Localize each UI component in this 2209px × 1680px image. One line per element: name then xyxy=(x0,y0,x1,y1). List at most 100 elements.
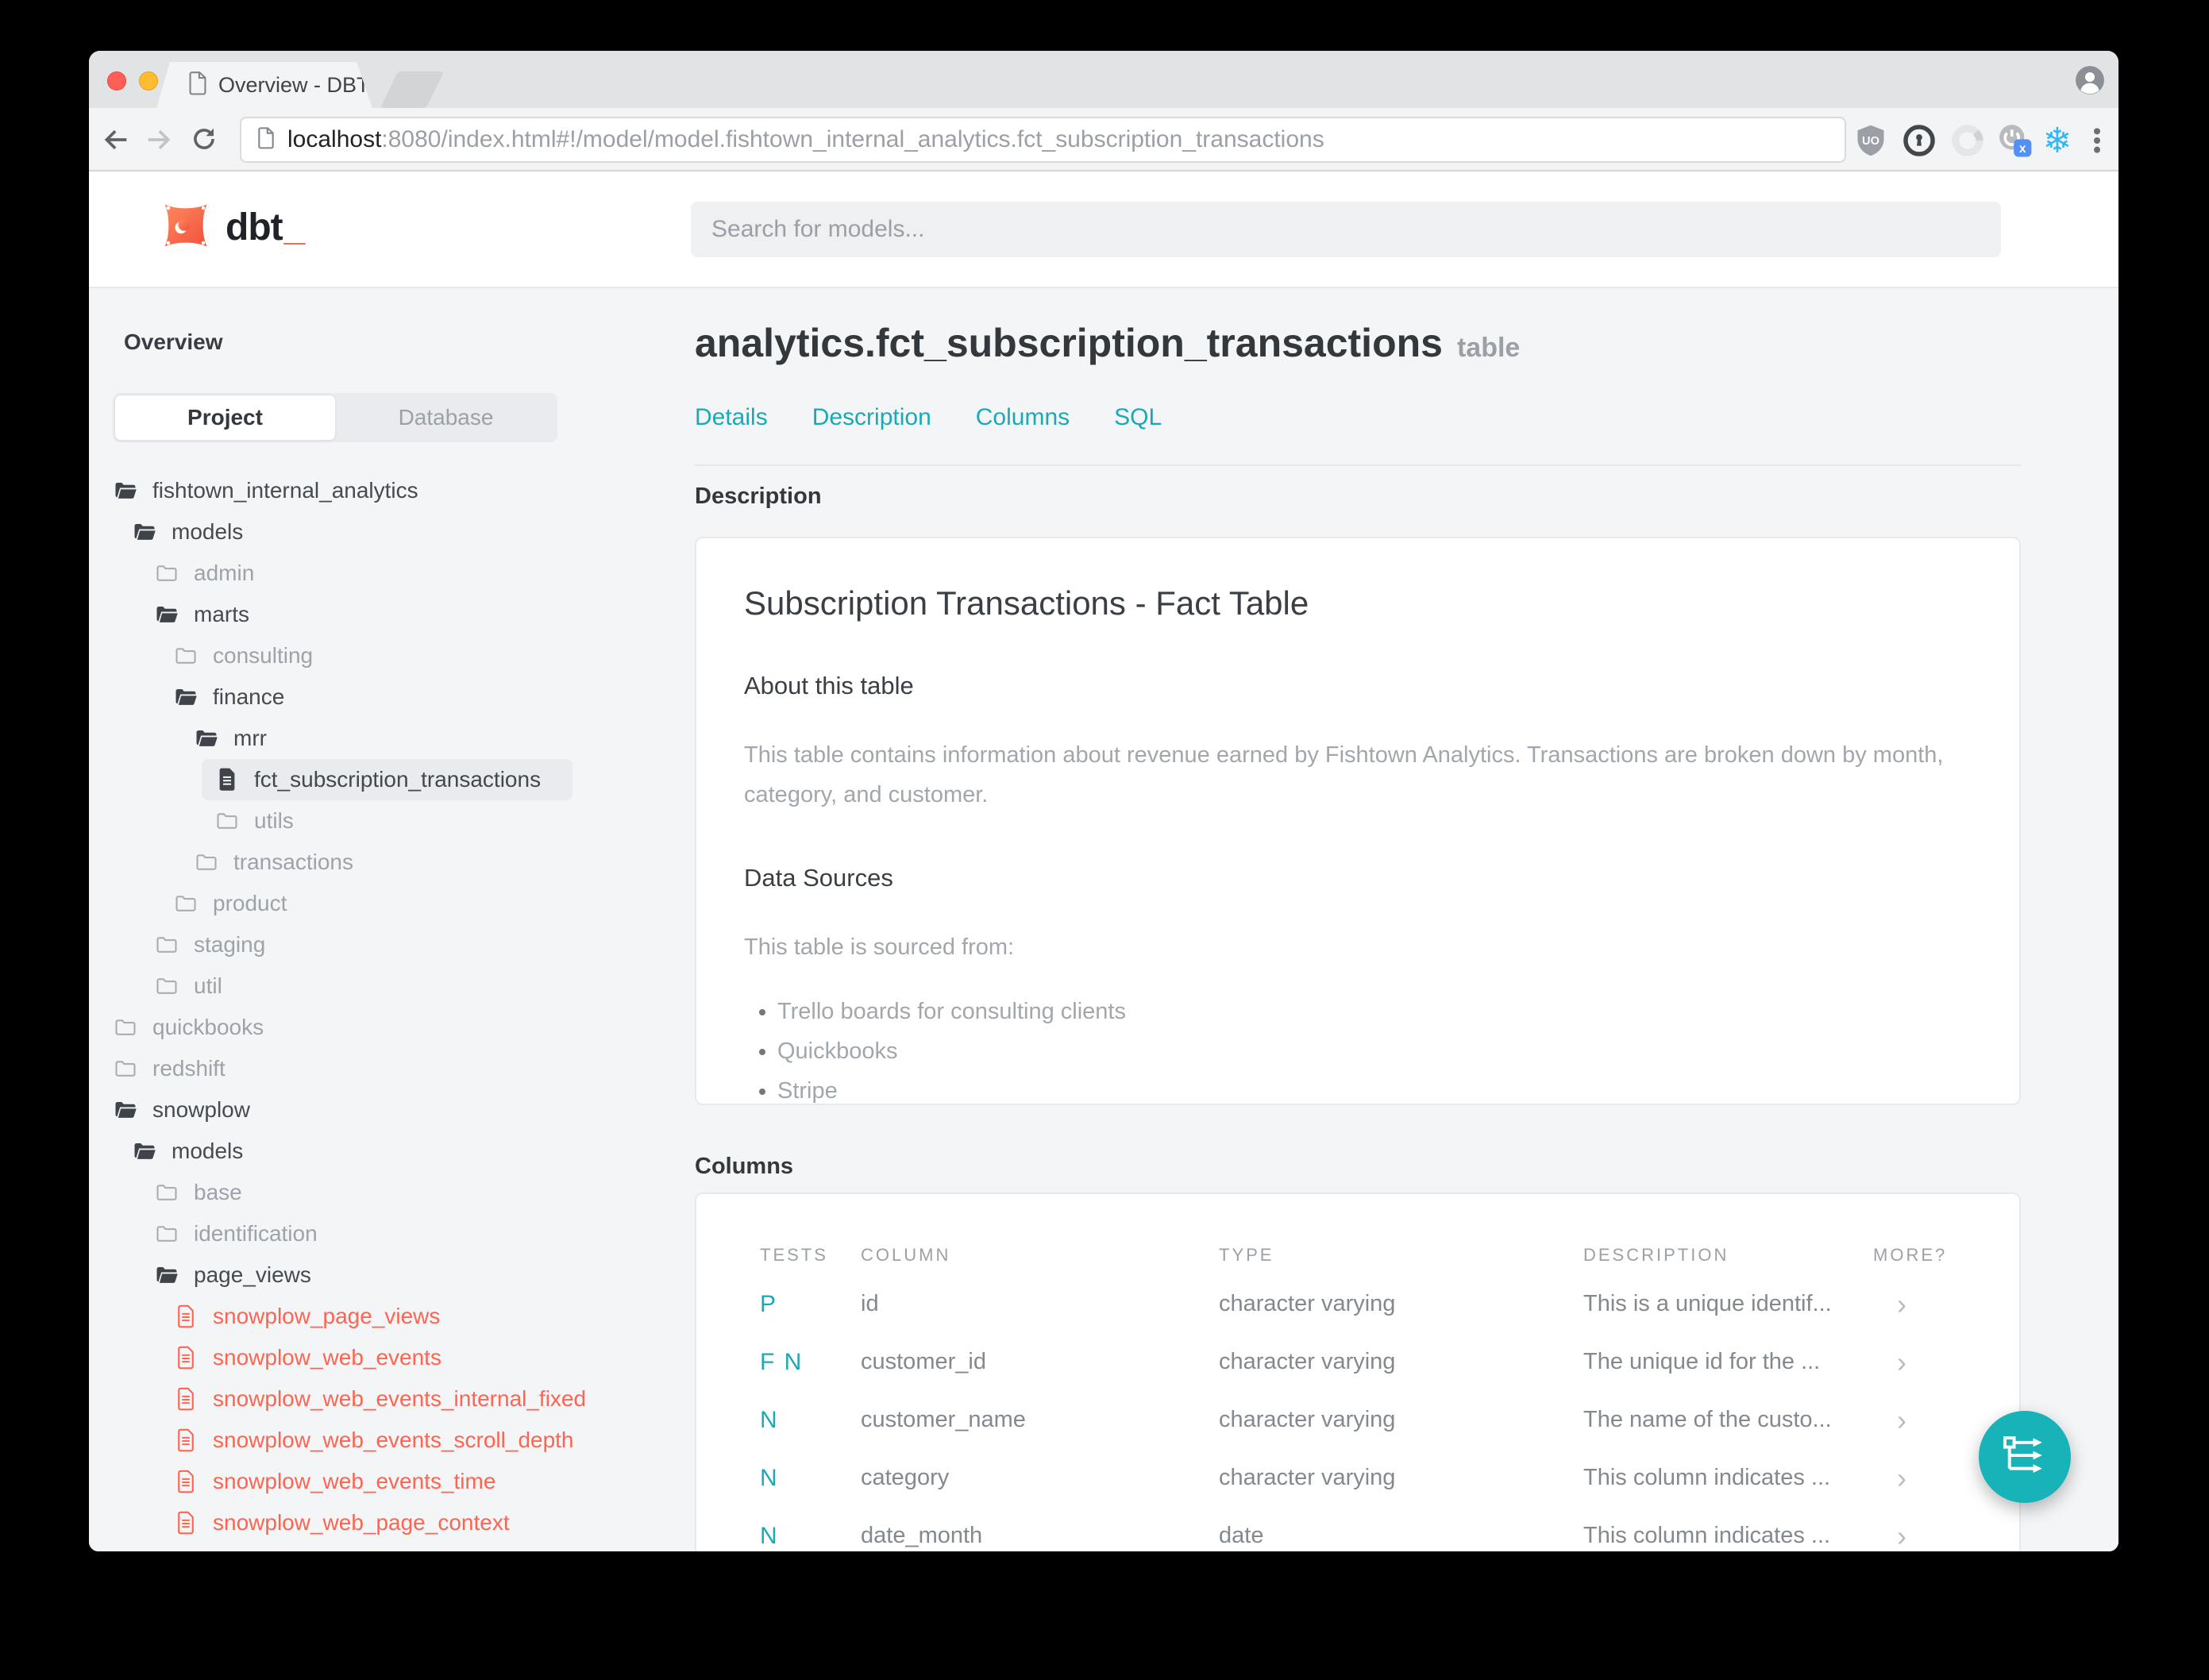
tree-file-snowplow_web_events_time[interactable]: snowplow_web_events_time xyxy=(89,1461,692,1502)
model-file-icon xyxy=(173,1470,199,1493)
url-bar[interactable]: localhost:8080/index.html#!/model/model.… xyxy=(240,117,1846,163)
description-card: Subscription Transactions - Fact Table A… xyxy=(695,537,2021,1105)
tree-folder-models[interactable]: models xyxy=(89,1131,692,1172)
tree-item-label: mrr xyxy=(233,726,267,750)
model-nav-sql[interactable]: SQL xyxy=(1114,404,1162,431)
tab-database[interactable]: Database xyxy=(336,395,556,441)
dbt-logo-text: dbt xyxy=(226,206,283,249)
tree-file-snowplow_web_page_context[interactable]: snowplow_web_page_context xyxy=(89,1502,692,1543)
model-nav-details[interactable]: Details xyxy=(695,404,768,431)
tree-folder-finance[interactable]: finance xyxy=(89,676,692,718)
cell-tests: P xyxy=(760,1290,778,1317)
folder-open-icon xyxy=(173,687,199,707)
window-minimize-button[interactable] xyxy=(139,71,158,91)
tree-item-label: consulting xyxy=(213,643,314,668)
sidebar: Overview Project Database fishtown_inter… xyxy=(89,288,692,1551)
model-nav-description[interactable]: Description xyxy=(812,404,931,431)
new-tab-button[interactable] xyxy=(380,71,445,108)
dbt-logo[interactable]: dbt_ xyxy=(160,200,305,255)
disabled-extension-icon[interactable] xyxy=(1949,122,1986,159)
row-expand-chevron[interactable]: › xyxy=(1873,1406,1956,1435)
column-row-category[interactable]: Ncategory character varying This column in… xyxy=(760,1449,1956,1507)
tree-item-label: finance xyxy=(213,684,285,709)
tree-folder-page_views[interactable]: page_views xyxy=(89,1254,692,1296)
model-file-icon xyxy=(173,1387,199,1411)
column-row-date_month[interactable]: Ndate_month date This column indicates ...… xyxy=(760,1507,1956,1551)
tree-file-snowplow_web_events[interactable]: snowplow_web_events xyxy=(89,1337,692,1378)
ublock-extension-icon[interactable]: UO xyxy=(1852,122,1889,159)
tree-item-label: staging xyxy=(194,932,266,957)
row-expand-chevron[interactable]: › xyxy=(1873,1290,1956,1319)
description-section-label: Description xyxy=(695,484,822,509)
doc-about-text: This table contains information about re… xyxy=(744,742,1944,807)
columns-table-header: TESTS COLUMN TYPE DESCRIPTION MORE? xyxy=(760,1235,1956,1275)
tree-item-label: snowplow_web_events xyxy=(213,1345,441,1370)
folder-icon xyxy=(113,1017,138,1038)
tree-folder-transactions[interactable]: transactions xyxy=(89,842,692,883)
dbt-logo-underscore: _ xyxy=(283,206,306,249)
model-nav-columns[interactable]: Columns xyxy=(976,404,1070,431)
tree-folder-marts[interactable]: marts xyxy=(89,594,692,635)
tree-item-label: snowplow_web_events_internal_fixed xyxy=(213,1386,587,1411)
materialization-badge: table xyxy=(1456,333,1521,363)
tree-folder-base[interactable]: base xyxy=(89,1172,692,1213)
search-input[interactable]: Search for models... xyxy=(691,202,2001,257)
tree-folder-models[interactable]: models xyxy=(89,511,692,553)
tree-folder-redshift[interactable]: redshift xyxy=(89,1048,692,1089)
tree-folder-utils[interactable]: utils xyxy=(89,800,692,842)
titlebar: Overview - DBT Docs ✕ xyxy=(89,51,2118,108)
cell-tests: N xyxy=(760,1522,779,1549)
column-row-customer_id[interactable]: F N customer_id character varying The uniqu… xyxy=(760,1333,1956,1391)
tree-folder-admin[interactable]: admin xyxy=(89,553,692,594)
tree-file-fct_subscription_transactions[interactable]: fct_subscription_transactions xyxy=(202,759,572,800)
tree-item-label: snowplow xyxy=(152,1097,250,1122)
tree-file-snowplow_web_events_internal_fixed[interactable]: snowplow_web_events_internal_fixed xyxy=(89,1378,692,1420)
tree-folder-snowplow[interactable]: snowplow xyxy=(89,1089,692,1131)
tree-folder-identification[interactable]: identification xyxy=(89,1213,692,1254)
cell-description: This is a unique identif... xyxy=(1583,1291,1832,1316)
dbt-logo-icon xyxy=(160,200,211,255)
reload-button[interactable] xyxy=(189,124,221,156)
tree-item-label: snowplow_web_events_time xyxy=(213,1469,496,1493)
forward-button[interactable] xyxy=(143,124,175,156)
tree-folder-fishtown_internal_analytics[interactable]: fishtown_internal_analytics xyxy=(89,470,692,511)
columns-card: TESTS COLUMN TYPE DESCRIPTION MORE? Pid chara… xyxy=(695,1193,2021,1551)
columns-table-body: Pid character varying This is a unique ide… xyxy=(760,1275,1956,1551)
cell-tests: N xyxy=(760,1464,779,1491)
browser-menu-icon[interactable] xyxy=(2079,122,2115,159)
cell-description: This column indicates ... xyxy=(1583,1523,1831,1548)
file-tree: fishtown_internal_analytics models admin ma… xyxy=(89,470,692,1543)
column-header-more: MORE? xyxy=(1873,1245,1948,1265)
tab-project[interactable]: Project xyxy=(114,395,336,441)
sidebar-overview-link[interactable]: Overview xyxy=(124,329,223,355)
snowflake-extension-icon[interactable]: ❄ xyxy=(2039,121,2076,161)
tree-folder-product[interactable]: product xyxy=(89,883,692,924)
lineage-graph-button[interactable] xyxy=(1979,1411,2071,1503)
url-path: :8080/index.html#!/model/model.fishtown_… xyxy=(381,126,1324,152)
browser-profile-avatar[interactable] xyxy=(2076,66,2104,94)
tree-folder-consulting[interactable]: consulting xyxy=(89,635,692,676)
power-x-extension-icon[interactable]: x xyxy=(1996,122,2033,159)
folder-open-icon xyxy=(154,604,179,625)
cell-type: character varying xyxy=(1219,1407,1396,1432)
window-close-button[interactable] xyxy=(107,71,126,91)
browser-toolbar: localhost:8080/index.html#!/model/model.… xyxy=(89,108,2118,171)
tree-folder-util[interactable]: util xyxy=(89,965,692,1007)
onepassword-extension-icon[interactable] xyxy=(1901,122,1937,159)
page-security-icon[interactable] xyxy=(257,126,275,153)
folder-icon xyxy=(214,811,240,831)
column-row-customer_name[interactable]: Ncustomer_name character varying The name … xyxy=(760,1391,1956,1449)
column-row-id[interactable]: Pid character varying This is a unique ide… xyxy=(760,1275,1956,1333)
tree-file-snowplow_page_views[interactable]: snowplow_page_views xyxy=(89,1296,692,1337)
row-expand-chevron[interactable]: › xyxy=(1873,1464,1956,1493)
tree-folder-quickbooks[interactable]: quickbooks xyxy=(89,1007,692,1048)
tree-folder-mrr[interactable]: mrr xyxy=(89,718,692,759)
tree-folder-staging[interactable]: staging xyxy=(89,924,692,965)
row-expand-chevron[interactable]: › xyxy=(1873,1522,1956,1551)
browser-tab[interactable]: Overview - DBT Docs ✕ xyxy=(156,62,372,108)
model-file-icon xyxy=(173,1304,199,1328)
row-expand-chevron[interactable]: › xyxy=(1873,1348,1956,1377)
tree-file-snowplow_web_events_scroll_depth[interactable]: snowplow_web_events_scroll_depth xyxy=(89,1420,692,1461)
cell-description: The unique id for the ... xyxy=(1583,1349,1821,1374)
back-button[interactable] xyxy=(100,124,132,156)
